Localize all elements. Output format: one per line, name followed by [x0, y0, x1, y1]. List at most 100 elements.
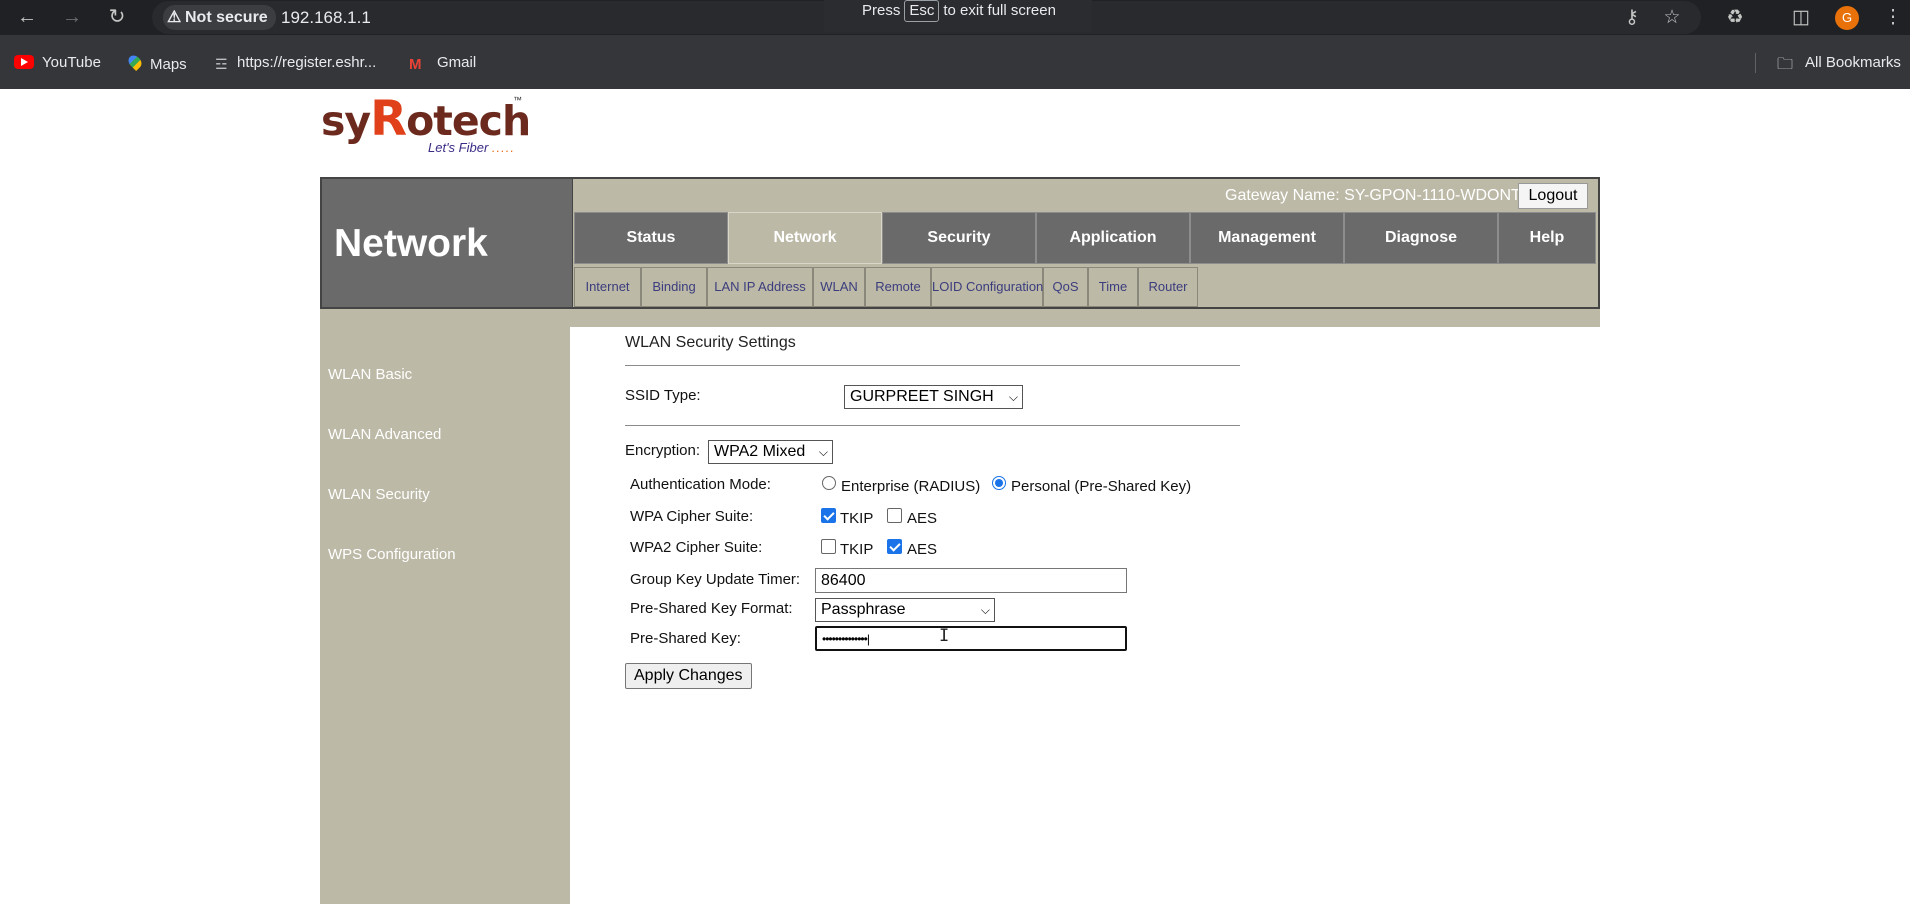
bookmark-register[interactable]: ☲ https://register.eshr... [215, 53, 376, 73]
chevron-down-icon: ⌵ [980, 603, 990, 617]
divider [625, 365, 1240, 366]
forward-arrow-icon[interactable]: → [59, 4, 85, 30]
browser-toolbar: ← → ↻ ⚠ Not secure 192.168.1.1 Press Esc to… [0, 0, 1910, 35]
tab-security[interactable]: Security [882, 212, 1036, 264]
logout-button[interactable]: Logout [1518, 183, 1588, 209]
wpa2-cipher-label: WPA2 Cipher Suite: [630, 539, 763, 556]
tab-status[interactable]: Status [574, 212, 728, 264]
ssid-type-select[interactable]: GURPREET SINGH ⌵ [844, 385, 1023, 409]
wpa-tkip-label: TKIP [840, 510, 874, 527]
subtab-wlan[interactable]: WLAN [813, 267, 865, 307]
encryption-value: WPA2 Mixed [714, 443, 806, 460]
auth-personal-radio[interactable] [992, 476, 1006, 490]
back-arrow-icon[interactable]: ← [14, 4, 40, 30]
psk-format-select[interactable]: Passphrase ⌵ [815, 598, 995, 622]
wpa-tkip-checkbox[interactable] [821, 508, 836, 523]
subtab-time[interactable]: Time [1088, 267, 1138, 307]
warning-icon: ⚠ [167, 9, 182, 26]
subtab-qos[interactable]: QoS [1043, 267, 1088, 307]
bookmarks-divider [1755, 53, 1756, 73]
subtab-internet[interactable]: Internet [574, 267, 641, 307]
wpa2-aes-checkbox[interactable] [887, 539, 902, 554]
bookmark-label: Gmail [437, 54, 477, 71]
auth-mode-label: Authentication Mode: [630, 476, 771, 493]
page-title: Network [334, 222, 488, 265]
menu-kebab-icon[interactable]: ⋮ [1880, 5, 1906, 31]
divider [625, 425, 1240, 426]
bookmark-youtube[interactable]: YouTube [14, 53, 101, 73]
subtab-remote[interactable]: Remote [865, 267, 931, 307]
section-header: Network [320, 177, 574, 309]
security-label: Not secure [185, 9, 268, 26]
tab-help[interactable]: Help [1498, 212, 1596, 264]
auth-personal-label: Personal (Pre-Shared Key) [1011, 478, 1192, 495]
profile-avatar[interactable]: G [1835, 6, 1859, 30]
subtab-router[interactable]: Router [1138, 267, 1198, 307]
group-key-label: Group Key Update Timer: [630, 571, 801, 588]
group-key-input[interactable]: 86400 [815, 568, 1127, 593]
bookmark-label: YouTube [42, 54, 101, 71]
form-title: WLAN Security Settings [625, 334, 796, 351]
folder-icon: 🗀 [1777, 56, 1794, 73]
sidebar-item-wps[interactable]: WPS Configuration [328, 546, 456, 563]
all-bookmarks-label: All Bookmarks [1805, 54, 1901, 71]
auth-enterprise-radio[interactable] [822, 476, 836, 490]
page-icon: ☲ [215, 56, 228, 72]
apply-changes-button[interactable]: Apply Changes [625, 663, 752, 689]
psk-password-input[interactable]: ••••••••••••••| [815, 626, 1127, 651]
star-icon[interactable]: ☆ [1659, 5, 1685, 31]
fullscreen-notice: Press Esc to exit full screen [824, 0, 1092, 32]
esc-key-label: Esc [904, 0, 940, 22]
logo-wordmark: syRotech [321, 91, 531, 147]
auth-enterprise-label: Enterprise (RADIUS) [841, 478, 981, 495]
fullscreen-msg-post: to exit full screen [943, 2, 1056, 19]
nav-header: Gateway Name: SY-GPON-1110-WDONT Logout … [573, 177, 1600, 309]
sidebar: WLAN Basic WLAN Advanced WLAN Security W… [320, 309, 570, 904]
content-top-strip [570, 309, 1600, 327]
gmail-icon: M [409, 56, 422, 73]
psk-format-label: Pre-Shared Key Format: [630, 600, 793, 617]
psk-label: Pre-Shared Key: [630, 630, 741, 647]
tab-application[interactable]: Application [1036, 212, 1190, 264]
url-text[interactable]: 192.168.1.1 [281, 5, 371, 30]
maps-icon [125, 52, 145, 72]
subtab-loid[interactable]: LOID Configuration [931, 267, 1043, 307]
subtab-binding[interactable]: Binding [641, 267, 707, 307]
syrotech-logo: syRotech ™ Let's Fiber ..... [321, 95, 531, 163]
chevron-down-icon: ⌵ [818, 445, 828, 459]
wpa-cipher-label: WPA Cipher Suite: [630, 508, 754, 525]
bookmarks-bar: YouTube Maps ☲ https://register.eshr... M… [0, 35, 1910, 89]
text-cursor-icon: I [939, 626, 950, 646]
side-panel-icon[interactable]: ◫ [1788, 5, 1814, 31]
sidebar-item-wlan-basic[interactable]: WLAN Basic [328, 366, 412, 383]
subtab-lan-ip[interactable]: LAN IP Address [707, 267, 813, 307]
tab-management[interactable]: Management [1190, 212, 1344, 264]
reload-icon[interactable]: ↻ [104, 4, 130, 30]
gateway-name: Gateway Name: SY-GPON-1110-WDONT [1225, 187, 1521, 204]
wpa2-tkip-label: TKIP [840, 541, 874, 558]
wpa2-aes-label: AES [907, 541, 938, 558]
all-bookmarks[interactable]: 🗀 All Bookmarks [1777, 53, 1901, 73]
sidebar-item-wlan-advanced[interactable]: WLAN Advanced [328, 426, 441, 443]
encryption-select[interactable]: WPA2 Mixed ⌵ [708, 440, 833, 464]
encryption-label: Encryption: [625, 442, 701, 459]
logo-trademark: ™ [513, 95, 522, 105]
security-chip[interactable]: ⚠ Not secure [163, 5, 276, 30]
wpa-aes-checkbox[interactable] [887, 508, 902, 523]
psk-format-value: Passphrase [821, 601, 906, 618]
key-icon[interactable]: ⚷ [1619, 5, 1645, 31]
sidebar-item-wlan-security[interactable]: WLAN Security [328, 486, 430, 503]
bookmark-gmail[interactable]: M Gmail [409, 53, 476, 73]
bookmark-maps[interactable]: Maps [125, 52, 187, 75]
chevron-down-icon: ⌵ [1008, 390, 1018, 404]
wpa-aes-label: AES [907, 510, 938, 527]
bookmark-label: Maps [150, 56, 187, 73]
youtube-icon [14, 55, 34, 69]
wpa2-tkip-checkbox[interactable] [821, 539, 836, 554]
tab-network[interactable]: Network [728, 212, 882, 264]
bookmark-label: https://register.eshr... [237, 54, 377, 71]
tab-diagnose[interactable]: Diagnose [1344, 212, 1498, 264]
logo-tagline: Let's Fiber ..... [428, 140, 515, 155]
main-tabs: Status Network Security Application Mana… [574, 212, 1596, 264]
extensions-icon[interactable]: ♻ [1722, 5, 1748, 31]
